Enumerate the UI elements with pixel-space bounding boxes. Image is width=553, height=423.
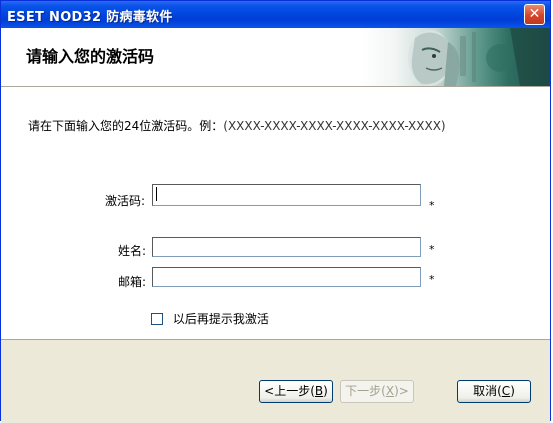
wizard-body: 请在下面输入您的24位激活码。例：(XXXX-XXXX-XXXX-XXXX-XX… xyxy=(1,87,550,339)
remind-later-label[interactable]: 以后再提示我激活 xyxy=(173,310,269,327)
next-button[interactable]: 下一步(X)> xyxy=(340,380,414,403)
instruction-example: (XXXX-XXXX-XXXX-XXXX-XXXX-XXXX) xyxy=(223,119,446,133)
name-required-mark: * xyxy=(429,243,435,256)
next-button-close: )> xyxy=(394,384,409,398)
cancel-button-hotkey: C xyxy=(501,384,511,398)
activation-code-label: 激活码: xyxy=(105,194,146,208)
remind-later-checkbox[interactable] xyxy=(151,312,163,325)
instruction-prompt: 请在下面输入您的24位激活码。例： xyxy=(28,119,224,133)
next-button-label: 下一步( xyxy=(345,384,386,398)
name-input[interactable] xyxy=(152,237,421,257)
back-button-hotkey: B xyxy=(314,384,324,398)
back-button-close: ) xyxy=(323,384,328,398)
instruction-text: 请在下面输入您的24位激活码。例：(XXXX-XXXX-XXXX-XXXX-XX… xyxy=(28,117,446,134)
next-button-hotkey: X xyxy=(385,384,395,398)
page-title: 请输入您的激活码 xyxy=(26,47,155,66)
cancel-button[interactable]: 取消(C) xyxy=(457,380,531,403)
back-button[interactable]: <上一步(B) xyxy=(259,380,333,403)
robot-face-image xyxy=(360,28,550,86)
close-icon: ✕ xyxy=(528,6,541,22)
email-required-mark: * xyxy=(429,273,435,286)
wizard-footer: <上一步(B) 下一步(X)> 取消(C) xyxy=(1,339,550,423)
email-input[interactable] xyxy=(152,267,421,287)
back-button-label: <上一步( xyxy=(264,384,315,398)
close-button[interactable]: ✕ xyxy=(524,4,545,25)
wizard-header: 请输入您的激活码 xyxy=(1,28,550,87)
cancel-button-label: 取消( xyxy=(473,384,502,398)
window-title: ESET NOD32 防病毒软件 xyxy=(7,10,173,25)
remind-later-option[interactable]: 以后再提示我激活 xyxy=(151,310,269,327)
activation-dialog: ESET NOD32 防病毒软件 ✕ 请输入您的激活码 请在下面输入您的24位激… xyxy=(0,0,551,423)
cancel-button-close: ) xyxy=(510,384,515,398)
activation-code-input[interactable] xyxy=(152,184,421,206)
email-label: 邮箱: xyxy=(118,275,147,289)
text-caret xyxy=(156,187,157,201)
activation-required-mark: * xyxy=(429,199,435,212)
name-label: 姓名: xyxy=(118,244,147,258)
title-bar[interactable]: ESET NOD32 防病毒软件 ✕ xyxy=(1,1,550,28)
